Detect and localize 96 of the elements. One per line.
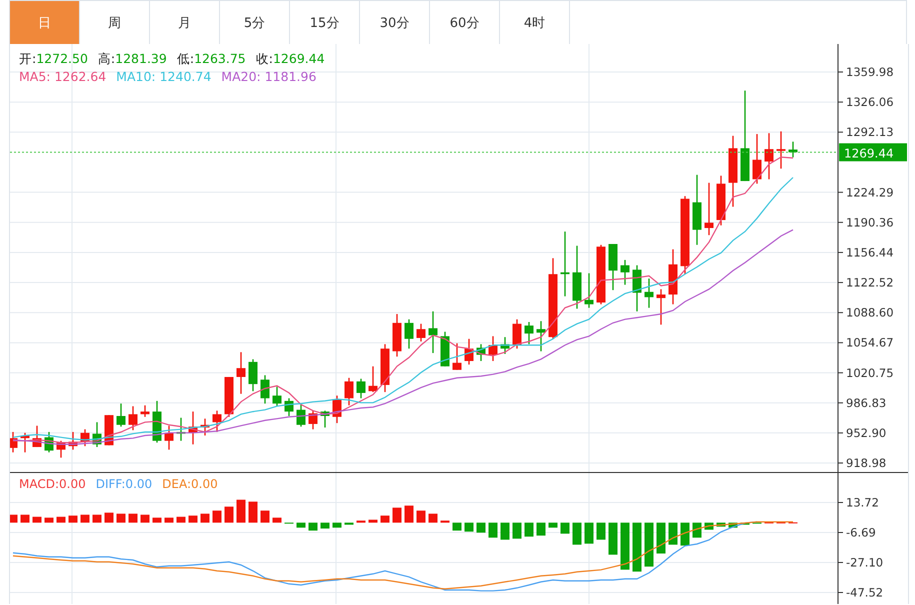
candlestick [536, 321, 546, 352]
candlestick [704, 182, 714, 236]
candlestick [10, 432, 18, 452]
candlestick [476, 344, 486, 362]
candlestick [80, 429, 90, 446]
indicator-value: DIFF:0.00 [96, 477, 152, 491]
candlestick [212, 410, 222, 432]
candlestick [32, 426, 42, 448]
candlestick [392, 314, 402, 357]
candlestick [716, 176, 726, 226]
candlestick [500, 337, 510, 354]
candlestick [788, 142, 798, 158]
axis-tick-label: -6.69 [846, 526, 876, 540]
candlestick [356, 378, 366, 398]
moving-average-value: MA5: 1262.64 [19, 68, 106, 86]
axis-tick-label: 1088.60 [846, 306, 894, 320]
axis-tick-label: 13.72 [846, 496, 879, 510]
candlestick [428, 311, 438, 354]
candlestick [440, 332, 450, 366]
axis-tick-label: -47.52 [846, 586, 884, 600]
axis-tick-label: 1020.75 [846, 366, 894, 380]
candlestick [488, 336, 498, 362]
candlestick [188, 412, 198, 444]
candlestick [128, 406, 138, 430]
candlestick [284, 398, 294, 416]
current-price-tag: 1269.44 [839, 143, 907, 162]
candlestick [140, 405, 150, 417]
candlestick [320, 410, 330, 428]
candlestick [728, 136, 738, 207]
axis-tick-label: 1359.98 [846, 65, 894, 79]
candlestick [644, 278, 654, 308]
candlestick [668, 249, 678, 304]
candlestick [404, 319, 414, 349]
period-tab[interactable]: 5分 [220, 1, 290, 44]
period-tab[interactable]: 4时 [500, 1, 570, 44]
candlestick [200, 418, 210, 436]
ohlc-value: 高:1281.39 [98, 50, 167, 68]
axis-tick-label: 952.90 [846, 426, 886, 440]
candlestick [560, 232, 570, 296]
indicator-value: MACD:0.00 [19, 477, 86, 491]
candlestick [236, 352, 246, 394]
candlestick [524, 322, 534, 344]
period-tab[interactable]: 周 [80, 1, 150, 44]
candlestick [584, 273, 594, 308]
candlestick [344, 378, 354, 406]
ohlc-value: 收:1269.44 [256, 50, 325, 68]
candlestick [56, 440, 66, 458]
candlestick [164, 426, 174, 450]
moving-average-value: MA10: 1240.74 [116, 68, 212, 86]
candlestick [620, 260, 630, 285]
candlestick [248, 359, 258, 392]
period-tab[interactable]: 30分 [360, 1, 430, 44]
axis-tick-label: 918.98 [846, 456, 886, 470]
candlestick [416, 324, 426, 342]
axis-tick-label: 1292.13 [846, 125, 894, 140]
candlestick [512, 319, 522, 349]
candlestick [332, 396, 342, 424]
candlestick [464, 338, 474, 365]
candlestick [596, 244, 606, 304]
period-tab[interactable]: 60分 [430, 1, 500, 44]
candlestick [776, 131, 786, 169]
ohlc-value: 开:1272.50 [19, 50, 88, 68]
candlestick [752, 134, 762, 184]
candlestick [92, 422, 102, 448]
candlestick [656, 289, 666, 325]
candlestick [608, 244, 618, 290]
candlestick [308, 410, 318, 430]
candlestick [452, 343, 462, 370]
axis-tick-label: 1122.52 [846, 276, 894, 290]
candlestick [296, 404, 306, 427]
axis-tick-label: -27.10 [846, 555, 884, 570]
moving-average-value: MA20: 1181.96 [221, 68, 316, 86]
candlestick [572, 246, 582, 309]
candlestick [380, 344, 390, 392]
candlestick [68, 432, 78, 450]
period-tab[interactable]: 15分 [290, 1, 360, 44]
candlestick [368, 366, 378, 392]
candlestick [224, 376, 234, 417]
ohlc-value: 低:1263.75 [176, 50, 246, 68]
candlestick [692, 174, 702, 245]
candlestick [272, 386, 282, 406]
candlestick [44, 432, 54, 452]
candlestick [632, 265, 642, 312]
candlestick [764, 133, 774, 180]
axis-tick-label: 1224.29 [846, 185, 894, 200]
candlestick [20, 432, 30, 452]
axis-tick-label: 986.83 [846, 396, 886, 410]
axis-tick-label: 1054.67 [846, 336, 894, 350]
axis-tick-label: 1190.36 [846, 215, 894, 230]
candlestick [116, 404, 126, 427]
period-tab[interactable]: 月 [150, 1, 220, 44]
candlestick [152, 400, 162, 443]
indicator-value: DEA:0.00 [162, 477, 218, 491]
axis-tick-label: 1326.06 [846, 95, 894, 110]
candlestick [260, 375, 270, 404]
axis-tick-label: 1156.44 [846, 245, 894, 260]
